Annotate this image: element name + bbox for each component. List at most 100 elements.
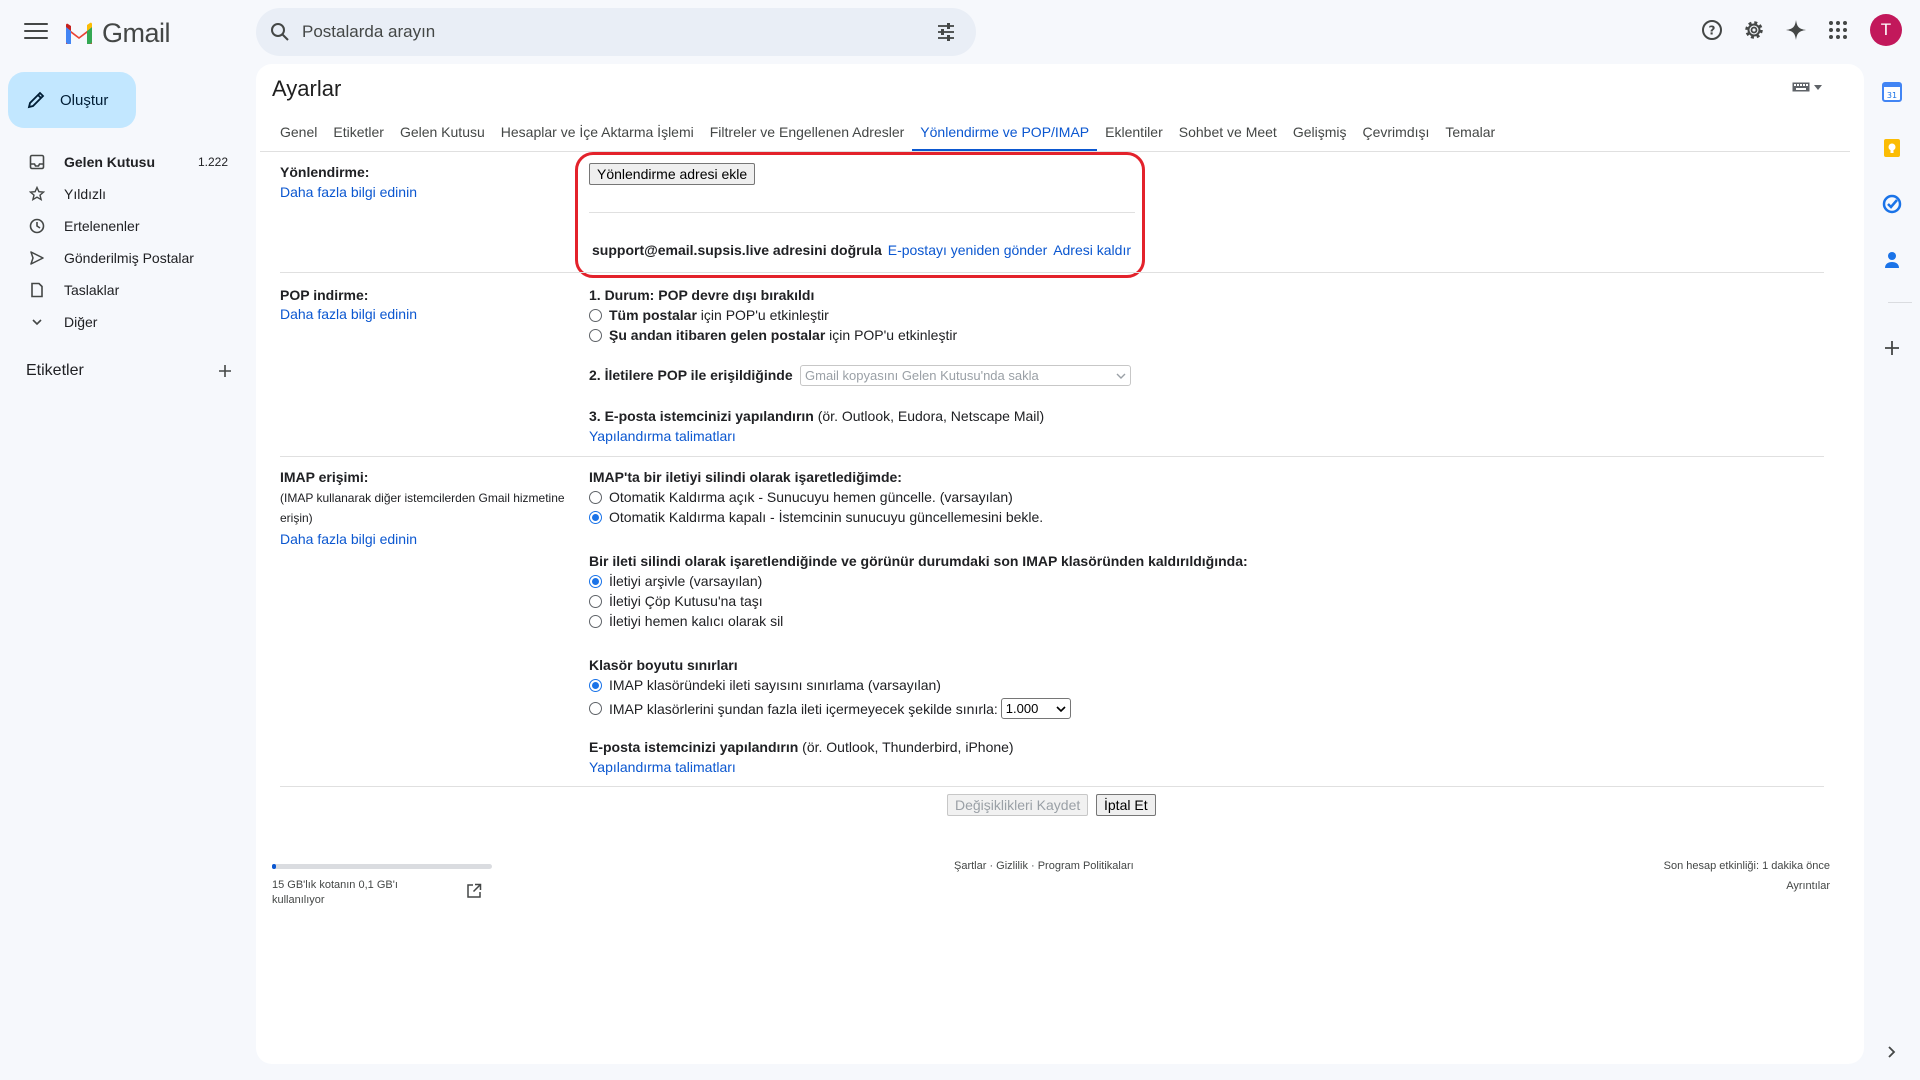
option-label: İletiyi Çöp Kutusu'na taşı	[609, 593, 763, 609]
option-label: İletiyi arşivle (varsayılan)	[609, 573, 763, 589]
chevron-down-icon	[1116, 373, 1126, 379]
sidebar-item-more[interactable]: Diğer	[0, 306, 240, 338]
tasks-icon[interactable]	[1876, 188, 1908, 220]
show-side-panel-icon[interactable]	[1876, 1036, 1908, 1068]
sidebar-item-drafts[interactable]: Taslaklar	[0, 274, 240, 306]
help-icon[interactable]: ?	[1696, 14, 1728, 46]
search-icon[interactable]	[270, 22, 290, 42]
radio-button-selected[interactable]	[589, 575, 602, 588]
gmail-logo[interactable]: Gmail	[64, 18, 171, 49]
tab-accounts-import[interactable]: Hesaplar ve İçe Aktarma İşlemi	[493, 116, 702, 152]
imap-expunge-delete[interactable]: İletiyi hemen kalıcı olarak sil	[589, 613, 783, 629]
tab-advanced[interactable]: Gelişmiş	[1285, 116, 1355, 152]
chevron-down-icon	[1056, 705, 1066, 712]
tab-themes[interactable]: Temalar	[1437, 116, 1503, 152]
settings-gear-icon[interactable]	[1738, 14, 1770, 46]
tab-addons[interactable]: Eklentiler	[1097, 116, 1171, 152]
radio-button-selected[interactable]	[589, 511, 602, 524]
imap-folder-limit[interactable]: IMAP klasörlerini şundan fazla ileti içe…	[589, 698, 1071, 719]
imap-autoexpunge-on[interactable]: Otomatik Kaldırma açık - Sunucuyu hemen …	[589, 489, 1013, 505]
search-input[interactable]	[302, 22, 936, 42]
storage-quota-fill	[272, 864, 277, 869]
contacts-icon[interactable]	[1876, 244, 1908, 276]
caret-down-icon	[1814, 84, 1822, 90]
radio-button[interactable]	[589, 615, 602, 628]
gemini-sparkle-icon[interactable]	[1780, 14, 1812, 46]
save-changes-button[interactable]: Değişiklikleri Kaydet	[947, 794, 1089, 816]
tab-filters[interactable]: Filtreler ve Engellenen Adresler	[702, 116, 913, 152]
radio-button[interactable]	[589, 595, 602, 608]
last-activity-text: Son hesap etkinliği: 1 dakika önce	[1663, 860, 1830, 872]
radio-button[interactable]	[589, 702, 602, 715]
sidebar-item-label: Gelen Kutusu	[64, 154, 156, 170]
imap-autoexpunge-off[interactable]: Otomatik Kaldırma kapalı - İstemcinin su…	[589, 509, 1043, 525]
imap-description: (IMAP kullanarak diğer istemcilerden Gma…	[280, 491, 565, 525]
rail-divider	[1888, 302, 1912, 303]
tab-inbox[interactable]: Gelen Kutusu	[392, 116, 493, 152]
add-addon-icon[interactable]	[1876, 332, 1908, 364]
sidebar-item-snoozed[interactable]: Ertelenenler	[0, 210, 240, 242]
radio-button[interactable]	[589, 329, 602, 342]
tab-forwarding-pop-imap[interactable]: Yönlendirme ve POP/IMAP	[912, 116, 1098, 152]
option-label: İletiyi hemen kalıcı olarak sil	[609, 613, 784, 629]
imap-folder-limit-select[interactable]: 1.000	[1000, 698, 1071, 719]
pop-config-instructions-link[interactable]: Yapılandırma talimatları	[589, 428, 736, 444]
pop-option-all-rest: için POP'u etkinleştir	[696, 307, 829, 323]
open-in-new-icon[interactable]	[466, 883, 482, 899]
pop-access-select-value: Gmail kopyasını Gelen Kutusu'nda sakla	[805, 368, 1039, 383]
search-bar[interactable]	[256, 8, 976, 56]
pop-learn-more-link[interactable]: Daha fazla bilgi edinin	[280, 306, 417, 322]
pop-config-line: 3. E-posta istemcinizi yapılandırın (ör.…	[589, 408, 1044, 424]
sidebar-item-inbox[interactable]: Gelen Kutusu 1.222	[0, 146, 240, 178]
compose-button[interactable]: Oluştur	[8, 72, 136, 128]
radio-button[interactable]	[589, 309, 602, 322]
tab-general[interactable]: Genel	[272, 116, 325, 152]
calendar-icon[interactable]: 31	[1876, 76, 1908, 108]
tab-labels[interactable]: Etiketler	[325, 116, 392, 152]
sidebar-item-sent[interactable]: Gönderilmiş Postalar	[0, 242, 240, 274]
page-title: Ayarlar	[272, 76, 342, 101]
footer-policy-links[interactable]: Şartlar · Gizlilik · Program Politikalar…	[954, 860, 1134, 872]
radio-button-selected[interactable]	[589, 679, 602, 692]
pop-option-from-now[interactable]: Şu andan itibaren gelen postalar için PO…	[589, 327, 957, 343]
imap-config-instructions-link[interactable]: Yapılandırma talimatları	[589, 759, 736, 775]
forwarding-learn-more-link[interactable]: Daha fazla bilgi edinin	[280, 184, 417, 200]
pop-access-select[interactable]: Gmail kopyasını Gelen Kutusu'nda sakla	[800, 365, 1131, 386]
chevron-down-icon	[28, 313, 46, 331]
search-options-icon[interactable]	[936, 22, 956, 42]
sidebar-item-starred[interactable]: Yıldızlı	[0, 178, 240, 210]
cancel-button[interactable]: İptal Et	[1096, 794, 1156, 816]
tab-chat-meet[interactable]: Sohbet ve Meet	[1171, 116, 1285, 152]
forwarding-highlight-box	[575, 152, 1145, 278]
imap-expunge-trash[interactable]: İletiyi Çöp Kutusu'na taşı	[589, 593, 763, 609]
quota-line-2: kullanılıyor	[272, 894, 325, 906]
gmail-logo-text: Gmail	[102, 18, 171, 48]
main-menu-button[interactable]	[22, 20, 50, 42]
radio-button[interactable]	[589, 491, 602, 504]
imap-learn-more-link[interactable]: Daha fazla bilgi edinin	[280, 531, 417, 547]
keep-icon[interactable]	[1876, 132, 1908, 164]
svg-text:31: 31	[1887, 91, 1897, 100]
labels-header: Etiketler	[26, 362, 232, 380]
pop-access-label: 2. İletilere POP ile erişildiğinde	[589, 367, 793, 383]
pop-config-rest: (ör. Outlook, Eudora, Netscape Mail)	[813, 408, 1045, 424]
add-label-icon[interactable]	[218, 364, 232, 378]
svg-text:?: ?	[1709, 24, 1716, 38]
imap-deleted-title: IMAP'ta bir iletiyi silindi olarak işare…	[589, 469, 902, 485]
pop-option-all[interactable]: Tüm postalar için POP'u etkinleştir	[589, 307, 829, 323]
forwarding-label: Yönlendirme:	[280, 164, 370, 180]
pop-label: POP indirme:	[280, 287, 369, 303]
activity-details-link[interactable]: Ayrıntılar	[1630, 880, 1830, 892]
draft-icon	[28, 281, 46, 299]
option-label: IMAP klasörlerini şundan fazla ileti içe…	[609, 700, 998, 717]
star-icon	[28, 185, 46, 203]
imap-folder-nolimit[interactable]: IMAP klasöründeki ileti sayısını sınırla…	[589, 677, 941, 693]
compose-label: Oluştur	[60, 91, 109, 109]
pop-option-from-now-rest: için POP'u etkinleştir	[825, 327, 958, 343]
apps-grid-icon[interactable]	[1822, 14, 1854, 46]
tab-offline[interactable]: Çevrimdışı	[1354, 116, 1437, 152]
inbox-count: 1.222	[197, 155, 228, 169]
imap-expunge-archive[interactable]: İletiyi arşivle (varsayılan)	[589, 573, 762, 589]
input-tools-button[interactable]	[1792, 82, 1822, 92]
account-avatar[interactable]: T	[1870, 14, 1902, 46]
